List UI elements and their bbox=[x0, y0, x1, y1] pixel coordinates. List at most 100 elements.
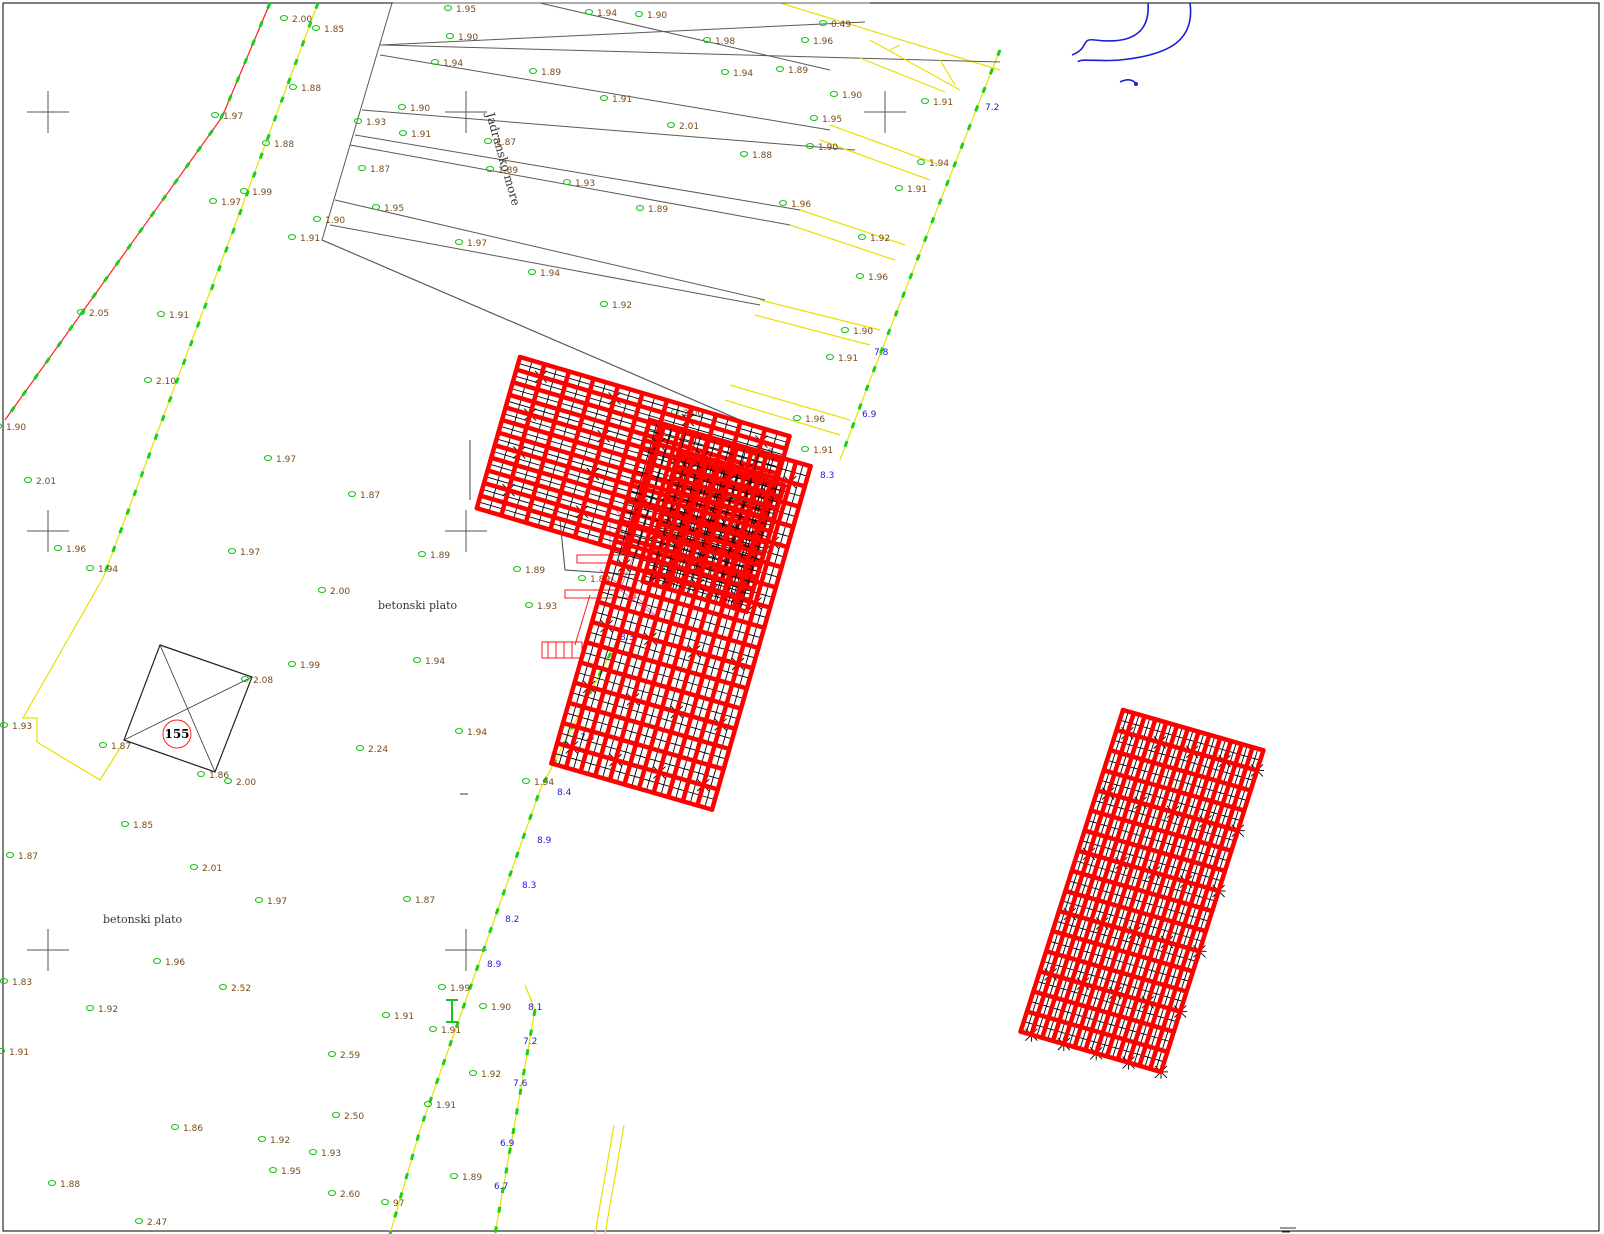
survey-point bbox=[23, 476, 33, 484]
elevation-label: 1.97 bbox=[276, 455, 296, 465]
survey-point bbox=[739, 150, 749, 158]
survey-point bbox=[355, 744, 365, 752]
survey-point bbox=[263, 454, 273, 462]
elevation-label: 1.90 bbox=[410, 104, 430, 114]
elevation-label: 2.05 bbox=[89, 309, 109, 319]
survey-point bbox=[562, 178, 572, 186]
elevation-label: 1.95 bbox=[822, 115, 842, 125]
elevation-label: 2.59 bbox=[340, 1051, 360, 1061]
survey-point bbox=[445, 32, 455, 40]
survey-point bbox=[311, 24, 321, 32]
elevation-label: 1.88 bbox=[752, 151, 772, 161]
survey-point bbox=[666, 121, 676, 129]
elevation-label: 1.91 bbox=[907, 185, 927, 195]
survey-point bbox=[287, 660, 297, 668]
elevation-label: 1.90 bbox=[647, 11, 667, 21]
survey-point bbox=[239, 187, 249, 195]
survey-point bbox=[634, 10, 644, 18]
elevation-label: 1.91 bbox=[9, 1048, 29, 1058]
site-survey-map[interactable]: 155 1.95 1.94 1.90 2.00 1.85 1.90 1.98 0.49 1.96… bbox=[0, 0, 1604, 1234]
building-155[interactable]: 155 bbox=[123, 644, 253, 773]
elevation-label: 1.92 bbox=[98, 1005, 118, 1015]
survey-point bbox=[331, 1111, 341, 1119]
elevation-label: 1.91 bbox=[394, 1012, 414, 1022]
elevation-label: 1.97 bbox=[223, 112, 243, 122]
elevation-label: 2.08 bbox=[253, 676, 273, 686]
elevation-label: 1.96 bbox=[66, 545, 86, 555]
elevation-label: 1.93 bbox=[321, 1149, 341, 1159]
elevation-label: 1.91 bbox=[300, 234, 320, 244]
survey-markers bbox=[0, 4, 930, 1225]
elevation-label: 1.91 bbox=[612, 95, 632, 105]
elevation-label: 1.89 bbox=[462, 1173, 482, 1183]
elevation-label: 1.87 bbox=[415, 896, 435, 906]
survey-point bbox=[855, 272, 865, 280]
survey-point bbox=[720, 68, 730, 76]
elevation-label: 1.95 bbox=[384, 204, 404, 214]
elevation-label: 1.93 bbox=[12, 722, 32, 732]
elevation-label: 2.00 bbox=[236, 778, 256, 788]
elevation-label: 1.99 bbox=[450, 984, 470, 994]
elevation-label: 1.96 bbox=[791, 200, 811, 210]
depth-label: 8.3 bbox=[522, 881, 536, 891]
elevation-label: 2.10 bbox=[156, 377, 176, 387]
survey-point bbox=[428, 1025, 438, 1033]
survey-point bbox=[143, 376, 153, 384]
survey-point bbox=[0, 1047, 6, 1055]
elevation-label: 1.95 bbox=[281, 1167, 301, 1177]
elevation-label: 1.94 bbox=[443, 59, 463, 69]
elevation-label: 2.52 bbox=[231, 984, 251, 994]
survey-point bbox=[599, 300, 609, 308]
survey-point bbox=[189, 863, 199, 871]
elevation-label: 1.88 bbox=[274, 140, 294, 150]
elevation-label: 1.96 bbox=[165, 958, 185, 968]
survey-point bbox=[0, 423, 3, 429]
elevation-label: 1.85 bbox=[133, 821, 153, 831]
elevation-label: 0.49 bbox=[831, 20, 851, 30]
survey-point bbox=[512, 565, 522, 573]
survey-point bbox=[775, 65, 785, 73]
survey-point bbox=[47, 1179, 57, 1187]
survey-point bbox=[454, 727, 464, 735]
survey-point bbox=[800, 445, 810, 453]
survey-point bbox=[134, 1217, 144, 1225]
elevation-label: 1.97 bbox=[240, 548, 260, 558]
depth-label: 7.8 bbox=[874, 348, 889, 358]
survey-point bbox=[279, 14, 289, 22]
elevation-label: 1.92 bbox=[481, 1070, 501, 1080]
survey-point bbox=[468, 1069, 478, 1077]
depth-label: 8.1 bbox=[528, 1003, 542, 1013]
water-line bbox=[1071, 2, 1192, 85]
survey-point bbox=[317, 586, 327, 594]
survey-point bbox=[98, 741, 108, 749]
elevation-label: 1.96 bbox=[868, 273, 888, 283]
area-label-betonski-plato-1: betonski plato bbox=[378, 599, 458, 612]
survey-point bbox=[829, 90, 839, 98]
survey-point bbox=[857, 233, 867, 241]
elevation-label: 1.88 bbox=[60, 1180, 80, 1190]
survey-point bbox=[397, 103, 407, 111]
survey-point bbox=[53, 544, 63, 552]
water-point bbox=[1134, 82, 1138, 86]
elevation-label: 1.85 bbox=[324, 25, 344, 35]
survey-point bbox=[357, 164, 367, 172]
elevation-label: 1.98 bbox=[715, 37, 735, 47]
elevation-label: 1.92 bbox=[612, 301, 632, 311]
survey-point bbox=[254, 896, 264, 904]
survey-point bbox=[257, 1135, 267, 1143]
survey-point bbox=[840, 326, 850, 334]
survey-point bbox=[268, 1166, 278, 1174]
survey-point bbox=[287, 233, 297, 241]
survey-point bbox=[792, 414, 802, 422]
elevation-label: 1.97 bbox=[221, 198, 241, 208]
survey-point bbox=[381, 1011, 391, 1019]
survey-point bbox=[210, 111, 220, 119]
survey-point bbox=[170, 1123, 180, 1131]
depth-label: 8.4 bbox=[557, 788, 572, 798]
survey-point bbox=[152, 957, 162, 965]
elevation-label: 1.93 bbox=[366, 118, 386, 128]
elevation-label: 1.90 bbox=[842, 91, 862, 101]
elevation-label: 1.89 bbox=[788, 66, 808, 76]
survey-point bbox=[120, 820, 130, 828]
rebar-grid-east[interactable] bbox=[1018, 707, 1266, 1079]
